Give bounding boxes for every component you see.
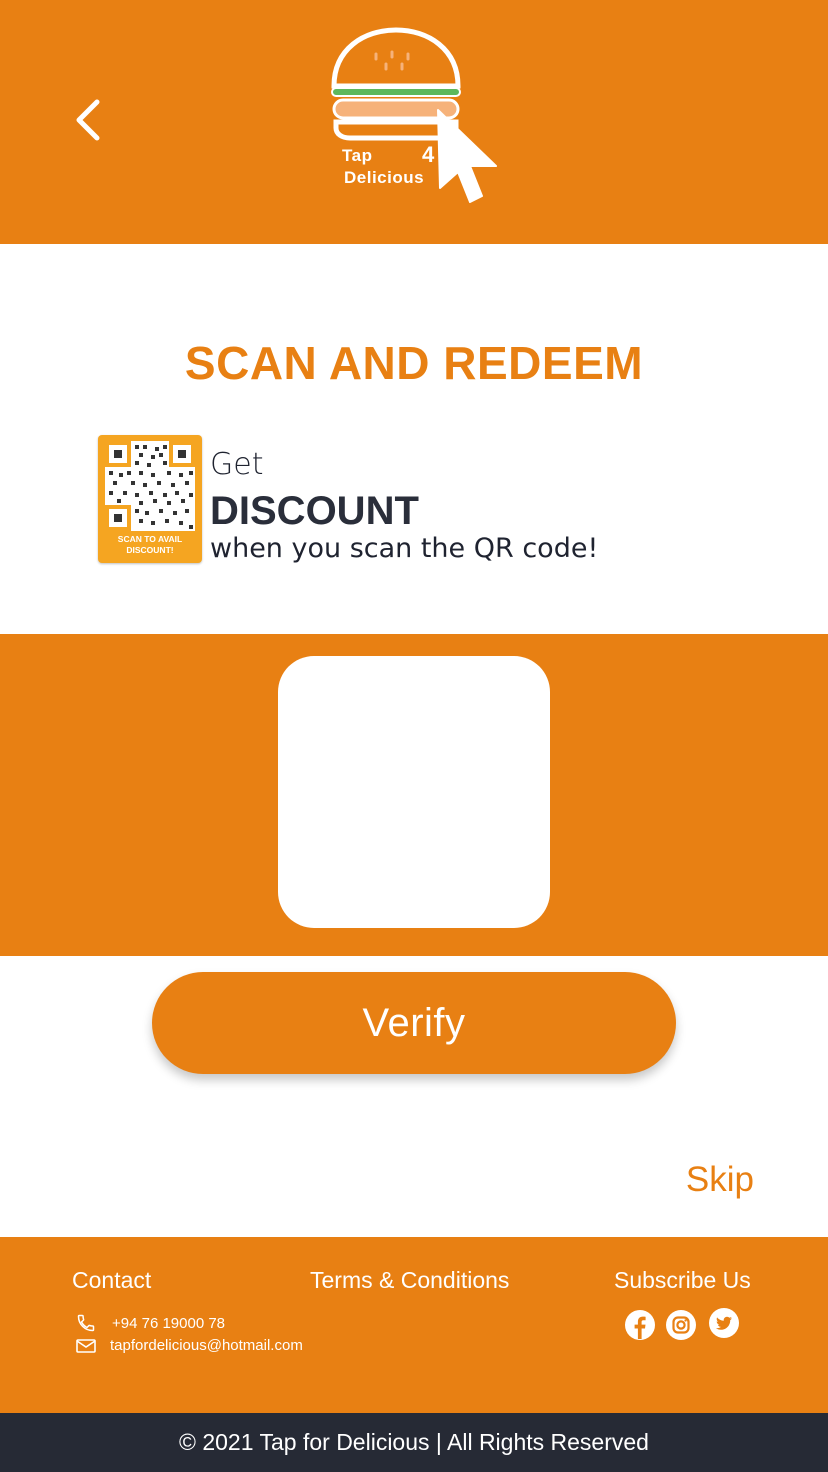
footer-terms-link[interactable]: Terms & Conditions xyxy=(310,1267,509,1294)
skip-link[interactable]: Skip xyxy=(686,1160,754,1200)
page-title: SCAN AND REDEEM xyxy=(184,337,644,389)
qr-caption: SCAN TO AVAIL DISCOUNT! xyxy=(117,534,183,555)
verify-button[interactable]: Verify xyxy=(152,972,676,1074)
qr-code-image xyxy=(105,441,195,531)
twitter-link[interactable] xyxy=(708,1307,740,1344)
footer: Contact Terms & Conditions Subscribe Us … xyxy=(0,1237,828,1413)
promo-line-scan: when you scan the QR code! xyxy=(210,533,599,564)
facebook-link[interactable] xyxy=(624,1309,656,1346)
phone-icon xyxy=(77,1314,95,1332)
mail-icon xyxy=(76,1338,96,1353)
qr-scanner-frame[interactable] xyxy=(278,656,550,928)
facebook-icon xyxy=(625,1310,655,1340)
footer-subscribe-heading[interactable]: Subscribe Us xyxy=(614,1267,751,1294)
logo-text-tap: Tap xyxy=(342,146,373,165)
twitter-icon xyxy=(709,1308,739,1338)
qr-badge: SCAN TO AVAIL DISCOUNT! xyxy=(98,435,202,563)
social-links xyxy=(624,1307,744,1343)
copyright-text: © 2021 Tap for Delicious | All Rights Re… xyxy=(179,1429,649,1455)
contact-phone: +94 76 19000 78 xyxy=(112,1314,226,1332)
instagram-icon xyxy=(666,1310,696,1340)
qr-code-icon xyxy=(105,441,195,531)
contact-email: tapfordelicious@hotmail.com xyxy=(110,1337,303,1354)
back-button[interactable] xyxy=(62,92,114,148)
copyright-bar: © 2021 Tap for Delicious | All Rights Re… xyxy=(0,1413,828,1472)
discount-promo-banner: SCAN TO AVAIL DISCOUNT! Get DISCOUNT whe… xyxy=(98,435,618,570)
scanner-section xyxy=(0,634,828,956)
logo-text-four: 4 xyxy=(422,142,435,167)
chevron-left-icon xyxy=(76,99,100,141)
instagram-link[interactable] xyxy=(665,1309,697,1346)
promo-line-get: Get xyxy=(210,447,264,482)
app-logo: Tap 4 Delicious xyxy=(324,24,514,214)
footer-contact-heading[interactable]: Contact xyxy=(72,1267,151,1294)
promo-line-discount: DISCOUNT xyxy=(210,489,419,533)
contact-email-row[interactable]: tapfordelicious@hotmail.com xyxy=(76,1337,303,1354)
logo-text-delicious: Delicious xyxy=(344,168,425,187)
header-bar: Tap 4 Delicious xyxy=(0,0,828,244)
contact-phone-row[interactable]: +94 76 19000 78 xyxy=(76,1313,225,1333)
